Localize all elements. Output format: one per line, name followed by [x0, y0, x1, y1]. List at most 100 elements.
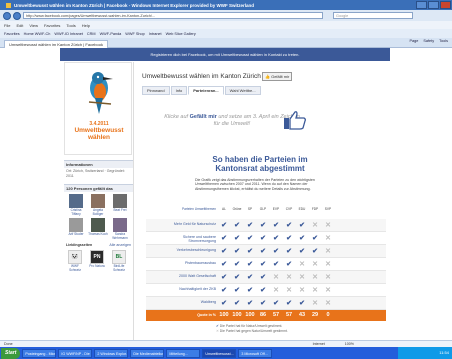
- task-button[interactable]: Posteingang - Micro...: [22, 348, 57, 358]
- topic-link[interactable]: Nachhaltigkeit der ZKB: [156, 287, 216, 291]
- topic-link[interactable]: Verkehrsbeschleunigung: [156, 248, 216, 252]
- browser-tab[interactable]: Umweltbewusst wählen im Kanton Zürich | …: [4, 39, 108, 48]
- status-text: Done: [4, 342, 13, 346]
- show-all-link[interactable]: Alle anzeigen: [109, 243, 131, 247]
- legend-no: ✕ Die Partei hat gegen Natur/Umwelt gest…: [216, 328, 288, 333]
- fav-link[interactable]: WWF-Panda: [100, 32, 122, 36]
- table-row: Verkehrsbeschleunigung ✔ ✔ ✔ ✔ ✔ ✔ ✔ ✔ ✕: [146, 245, 386, 258]
- tab-wahl-wettbewerb[interactable]: Wahl Wettbe...: [224, 86, 261, 95]
- back-button[interactable]: [3, 11, 11, 20]
- fans-heading[interactable]: 120 Personen gefällt das: [64, 184, 133, 192]
- tools-menu[interactable]: Tools: [439, 39, 448, 43]
- check-icon: ✔: [234, 300, 240, 307]
- check-icon: ✔: [247, 274, 253, 281]
- cross-icon: ✕: [325, 300, 331, 307]
- check-icon: ✔: [234, 274, 240, 281]
- close-button[interactable]: [440, 1, 451, 9]
- task-button[interactable]: 2 Windows Explor...: [94, 348, 129, 358]
- task-button[interactable]: Umweltbewusst...: [202, 348, 237, 358]
- menu-favorites[interactable]: Favorites: [44, 23, 60, 28]
- check-icon: ✔: [299, 300, 305, 307]
- check-icon: ✔: [260, 261, 266, 268]
- profile-picture[interactable]: 3.4.2011 Umweltbewusst wählen: [64, 62, 132, 155]
- check-icon: ✔: [286, 222, 292, 229]
- score-label: Quote in %: [197, 313, 216, 317]
- friends-grid: Cristina Tiffany Angela Bolliger Beat Fr…: [64, 192, 133, 242]
- tab-pinnwand[interactable]: Pinnwand: [142, 86, 170, 95]
- topic-link[interactable]: Pistenbauerausbau: [156, 261, 216, 265]
- menu-tools[interactable]: Tools: [66, 23, 75, 28]
- party-score: 100: [232, 312, 242, 318]
- friend-item[interactable]: Thomas Koch: [88, 218, 108, 240]
- menu-file[interactable]: File: [4, 23, 10, 28]
- check-icon: ✔: [234, 235, 240, 242]
- check-icon: ✔: [273, 261, 279, 268]
- start-button[interactable]: Start: [1, 347, 21, 359]
- check-icon: ✔: [247, 235, 253, 242]
- safety-menu[interactable]: Safety: [423, 39, 434, 43]
- tab-info[interactable]: Info: [170, 86, 188, 95]
- cross-icon: ✕: [286, 287, 292, 294]
- topic-link[interactable]: Sichere und saubere Stromversorgung: [156, 235, 216, 243]
- check-icon: ✔: [247, 300, 253, 307]
- task-button[interactable]: Mitteilung...: [166, 348, 201, 358]
- check-icon: ✔: [234, 248, 240, 255]
- signup-bar[interactable]: Registrieren dich bei Facebook, um mit U…: [60, 48, 390, 61]
- tab-parteienrating[interactable]: Parteienran...: [188, 86, 224, 95]
- party-header: FDP: [311, 207, 319, 211]
- fav-link[interactable]: Intranet: [149, 32, 162, 36]
- topic-link[interactable]: Waldberg: [156, 300, 216, 304]
- favorite-pages: 🐼 WWF Schweiz PN Pro Natura BL BirdLife Sch…: [64, 248, 133, 274]
- cross-icon: ✕: [286, 274, 292, 281]
- cross-icon: ✕: [312, 222, 318, 229]
- avatar: [91, 218, 105, 233]
- minimize-button[interactable]: [416, 1, 427, 9]
- task-button[interactable]: Die Medienabteilung...: [130, 348, 165, 358]
- check-icon: ✔: [221, 300, 227, 307]
- fav-link[interactable]: WWF-ID Intranet: [54, 32, 82, 36]
- party-score: 57: [272, 312, 280, 318]
- search-input[interactable]: Google: [333, 12, 413, 19]
- zoom-level[interactable]: 100%: [345, 342, 354, 346]
- party-header: CVP: [285, 207, 293, 211]
- status-bar: Done Internet 100%: [0, 340, 452, 347]
- task-button[interactable]: 3 Microsoft Off...: [238, 348, 273, 358]
- like-prompt-link[interactable]: Gefällt mir: [190, 114, 217, 120]
- menu-help[interactable]: Help: [82, 23, 90, 28]
- taskbar: Start Posteingang - Micro... IG WWF/NP -…: [0, 347, 452, 359]
- window-title-bar: Umweltbewusst wählen im Kanton Zürich | …: [0, 0, 452, 10]
- org-item[interactable]: PN Pro Natura: [88, 250, 106, 272]
- favorites-heading: Lieblingsseiten: [66, 243, 93, 248]
- check-icon: ✔: [221, 287, 227, 294]
- party-header: Grüne: [232, 207, 242, 211]
- menu-edit[interactable]: Edit: [16, 23, 23, 28]
- friend-item[interactable]: Beat Frei: [110, 194, 130, 216]
- page-menu[interactable]: Page: [409, 39, 418, 43]
- address-input[interactable]: http://www.facebook.com/pages/Umweltbewu…: [23, 12, 323, 19]
- fav-link[interactable]: CRM: [87, 32, 96, 36]
- menu-view[interactable]: View: [29, 23, 38, 28]
- task-button[interactable]: IG WWF/NP - Die Kan...: [58, 348, 93, 358]
- maximize-button[interactable]: [428, 1, 439, 9]
- check-icon: ✔: [221, 261, 227, 268]
- friend-item[interactable]: Angela Bolliger: [88, 194, 108, 216]
- kingfisher-logo: [88, 72, 113, 114]
- fav-link[interactable]: Web Slice Gallery: [166, 32, 196, 36]
- fav-link[interactable]: WWF Shop: [125, 32, 144, 36]
- topic-link[interactable]: Mehr Geld für Naturschutz: [156, 222, 216, 226]
- org-item[interactable]: 🐼 WWF Schweiz: [66, 250, 84, 272]
- friend-item[interactable]: Cristina Tiffany: [66, 194, 86, 216]
- topic-link[interactable]: 2000 Watt Gesellschaft: [156, 274, 216, 278]
- favorites-button[interactable]: Favorites: [4, 32, 20, 36]
- like-button[interactable]: 👍 Gefällt mir: [262, 72, 293, 81]
- friend-item[interactable]: Sandra Wehrmann: [110, 218, 130, 240]
- avatar: [91, 194, 105, 208]
- forward-button[interactable]: [13, 11, 21, 20]
- org-item[interactable]: BL BirdLife Schweiz: [110, 250, 128, 272]
- check-icon: ✔: [247, 287, 253, 294]
- favorites-bar: Favorites Home WWF-Ch WWF-ID Intranet CR…: [0, 29, 452, 38]
- cross-icon: ✕: [312, 261, 318, 268]
- fav-link[interactable]: Home WWF-Ch: [24, 32, 51, 36]
- table-row: Waldberg ✔ ✔ ✔ ✔ ✔ ✔ ✔ ✕ ✕: [146, 297, 386, 310]
- friend-item[interactable]: Arif Studer: [66, 218, 86, 240]
